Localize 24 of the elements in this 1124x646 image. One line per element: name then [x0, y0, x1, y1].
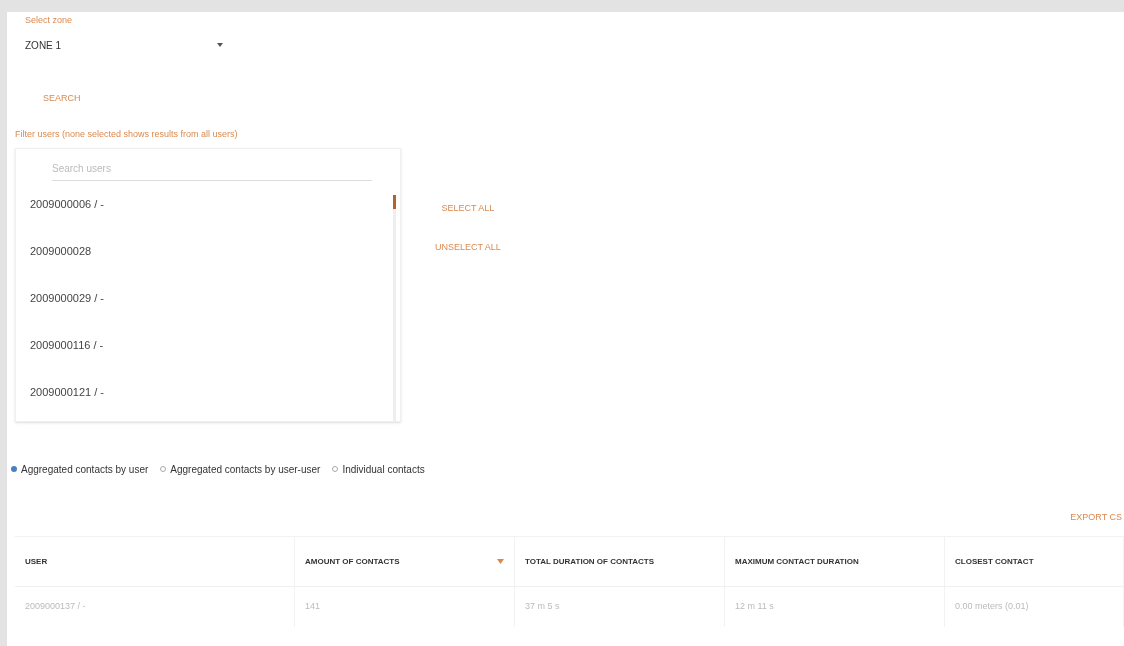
user-item[interactable]: 2009000116 / - [30, 321, 400, 369]
user-item[interactable]: 2009000028 [30, 227, 400, 275]
radio-label: Aggregated contacts by user [21, 462, 149, 477]
user-item[interactable]: 2009000029 / - [30, 274, 400, 322]
column-header[interactable]: USER [15, 537, 295, 586]
user-item[interactable]: 2009000006 / - [30, 180, 400, 228]
user-item[interactable]: 2009000121 / - [30, 368, 400, 416]
table-cell: 141 [295, 587, 515, 627]
filter-label: Filter users (none selected shows results from all users) [15, 128, 239, 141]
column-header[interactable]: CLOSEST CONTACT [945, 537, 1124, 586]
zone-select[interactable]: ZONE 1 [25, 37, 225, 53]
column-header[interactable]: MAXIMUM CONTACT DURATION [725, 537, 945, 586]
table-cell: 0.00 meters (0.01) [945, 587, 1124, 627]
table-cell: 12 m 11 s [725, 587, 945, 627]
radio-label: Individual contacts [342, 462, 425, 477]
radio-label: Aggregated contacts by user-user [170, 462, 321, 477]
radio-button[interactable] [11, 466, 17, 472]
zone-label: Select zone [25, 14, 74, 27]
dropdown-icon [217, 43, 223, 47]
table-cell: 2009000137 / - [15, 587, 295, 627]
table-cell: 37 m 5 s [515, 587, 725, 627]
column-header[interactable]: TOTAL DURATION OF CONTACTS [515, 537, 725, 586]
column-header[interactable]: AMOUNT OF CONTACTS [295, 537, 515, 586]
search-field[interactable]: Search users [52, 156, 372, 181]
